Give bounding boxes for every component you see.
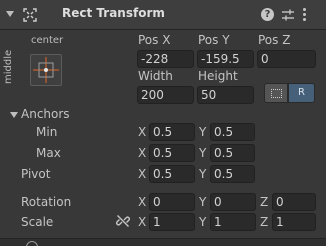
anchors-max-x-axis: X <box>138 146 147 160</box>
scale-x-axis: X <box>138 215 147 229</box>
anchor-preset-button[interactable] <box>30 54 62 86</box>
width-field[interactable]: 200 <box>137 86 194 104</box>
rect-transform-inspector: Rect Transform ? center middle Pos X Pos… <box>0 0 326 246</box>
pos-z-field[interactable]: 0 <box>257 50 316 68</box>
kebab-menu-icon[interactable] <box>303 7 307 23</box>
anchors-label[interactable]: Anchors <box>21 107 70 121</box>
pivot-label: Pivot <box>21 167 51 181</box>
anchors-max-x-field[interactable]: 0.5 <box>149 144 195 162</box>
settings-sliders-icon[interactable] <box>281 8 295 22</box>
constrain-proportions-link-icon[interactable] <box>116 214 130 228</box>
anchors-max-y-field[interactable]: 0.5 <box>210 144 255 162</box>
anchor-preset-vertical-label: middle <box>3 49 14 84</box>
scale-label: Scale <box>21 215 54 229</box>
rotation-y-axis: Y <box>199 195 207 209</box>
scale-y-axis: Y <box>199 215 207 229</box>
raw-edit-button[interactable] <box>264 83 288 103</box>
next-component-strip <box>0 238 326 246</box>
pos-z-label: Pos Z <box>258 33 291 47</box>
anchor-preset-horizontal-label: center <box>31 35 64 46</box>
anchors-max-y-axis: Y <box>199 146 207 160</box>
scale-z-axis: Z <box>260 215 269 229</box>
rect-transform-icon <box>23 8 37 22</box>
anchors-min-y-axis: Y <box>199 125 207 139</box>
anchor-preset-icon <box>33 57 59 83</box>
anchors-min-x-axis: X <box>138 125 147 139</box>
pos-x-field[interactable]: -228 <box>137 50 194 68</box>
anchors-min-x-field[interactable]: 0.5 <box>149 123 195 141</box>
rotation-y-field[interactable]: 0 <box>210 193 256 211</box>
help-icon[interactable]: ? <box>261 8 274 21</box>
height-field[interactable]: 50 <box>197 86 254 104</box>
width-label: Width <box>138 69 173 83</box>
pivot-y-field[interactable]: 0.5 <box>210 165 255 183</box>
next-component-icon <box>26 241 38 246</box>
anchors-max-label: Max <box>36 146 61 160</box>
anchors-foldout-icon[interactable] <box>10 112 18 118</box>
edit-mode-buttons: R <box>264 83 316 103</box>
blueprint-mode-button[interactable]: R <box>288 83 315 103</box>
scale-y-field[interactable]: 1 <box>210 213 256 231</box>
scale-x-field[interactable]: 1 <box>149 213 195 231</box>
pivot-x-field[interactable]: 0.5 <box>149 165 195 183</box>
component-title: Rect Transform <box>62 6 165 20</box>
rotation-z-axis: Z <box>260 195 269 209</box>
anchors-min-y-field[interactable]: 0.5 <box>210 123 255 141</box>
pos-y-label: Pos Y <box>198 33 230 47</box>
dotted-rect-icon <box>271 89 282 98</box>
foldout-arrow-icon[interactable] <box>6 11 14 17</box>
component-header[interactable]: Rect Transform ? <box>0 0 326 30</box>
pivot-x-axis: X <box>138 167 147 181</box>
anchors-min-label: Min <box>36 125 58 139</box>
height-label: Height <box>198 69 238 83</box>
scale-z-field[interactable]: 1 <box>272 213 316 231</box>
pos-y-field[interactable]: -159.5 <box>197 50 254 68</box>
rotation-x-axis: X <box>138 195 147 209</box>
pos-x-label: Pos X <box>138 33 171 47</box>
rotation-z-field[interactable]: 0 <box>272 193 316 211</box>
rotation-x-field[interactable]: 0 <box>149 193 195 211</box>
rotation-label: Rotation <box>21 195 72 209</box>
pivot-y-axis: Y <box>199 167 207 181</box>
